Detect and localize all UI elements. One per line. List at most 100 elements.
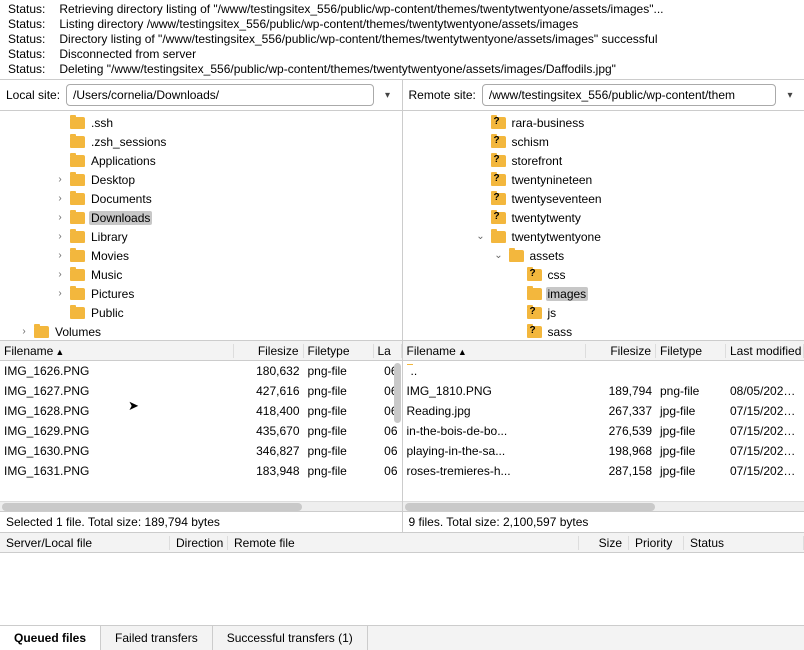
folder-icon <box>70 136 85 148</box>
file-type: png-file <box>304 404 374 418</box>
qcol-file[interactable]: Server/Local file <box>0 536 170 550</box>
remote-list-header[interactable]: Filename▲ Filesize Filetype Last modifie… <box>403 341 804 361</box>
local-site-input[interactable] <box>66 84 373 106</box>
tree-item[interactable]: ›Downloads <box>0 208 402 227</box>
col-filename[interactable]: Filename▲ <box>0 344 234 358</box>
col-filetype[interactable]: Filetype <box>656 344 726 358</box>
col-filetype[interactable]: Filetype <box>304 344 374 358</box>
tree-item[interactable]: .ssh <box>0 113 402 132</box>
file-row[interactable]: IMG_1810.PNG189,794png-file08/05/2021 1 <box>403 381 804 401</box>
remote-hscroll[interactable] <box>403 501 804 511</box>
tree-item[interactable]: css <box>403 265 804 284</box>
file-row[interactable]: IMG_1631.PNG183,948png-file06 <box>0 461 402 481</box>
tree-item[interactable]: ⌄assets <box>403 246 804 265</box>
col-lastmod[interactable]: Last modified <box>726 344 804 358</box>
tree-item[interactable]: ›Pictures <box>0 284 402 303</box>
tree-item[interactable]: Applications <box>0 151 402 170</box>
tree-item[interactable]: ›Library <box>0 227 402 246</box>
disclosure-icon[interactable]: › <box>54 288 66 299</box>
tree-label: Desktop <box>89 173 137 187</box>
tree-item[interactable]: ›Movies <box>0 246 402 265</box>
tree-item[interactable]: › Music <box>0 265 402 284</box>
tree-item[interactable]: Public <box>0 303 402 322</box>
sort-asc-icon: ▲ <box>458 347 467 357</box>
tree-label: .ssh <box>89 116 115 130</box>
tab-successful-transfers[interactable]: Successful transfers (1) <box>213 626 368 650</box>
disclosure-icon[interactable]: › <box>54 231 66 242</box>
file-size: 287,158 <box>586 464 656 478</box>
folder-icon <box>70 117 85 129</box>
file-name: roses-tremieres-h... <box>403 464 587 478</box>
disclosure-icon[interactable]: › <box>54 212 66 223</box>
file-type: jpg-file <box>656 424 726 438</box>
disclosure-icon[interactable]: ⌄ <box>475 231 487 242</box>
tree-item[interactable]: js <box>403 303 804 322</box>
local-hscroll[interactable] <box>0 501 402 511</box>
file-row[interactable]: IMG_1626.PNG180,632png-file06 <box>0 361 402 381</box>
file-row[interactable]: IMG_1629.PNG435,670png-file06 <box>0 421 402 441</box>
tree-item[interactable]: images <box>403 284 804 303</box>
remote-site-input[interactable] <box>482 84 776 106</box>
local-site-dropdown[interactable]: ▾ <box>380 84 396 106</box>
qcol-size[interactable]: Size <box>579 536 629 550</box>
tab-failed-transfers[interactable]: Failed transfers <box>101 626 213 650</box>
file-row[interactable]: Reading.jpg267,337jpg-file07/15/2021 1 <box>403 401 804 421</box>
tab-queued-files[interactable]: Queued files <box>0 626 101 650</box>
tree-item[interactable]: ⌄twentytwentyone <box>403 227 804 246</box>
file-row[interactable]: in-the-bois-de-bo...276,539jpg-file07/15… <box>403 421 804 441</box>
file-row[interactable]: IMG_1630.PNG346,827png-file06 <box>0 441 402 461</box>
local-file-body[interactable]: ➤ IMG_1626.PNG180,632png-file06IMG_1627.… <box>0 361 402 501</box>
file-name: IMG_1810.PNG <box>403 384 587 398</box>
qcol-priority[interactable]: Priority <box>629 536 684 550</box>
tree-item[interactable]: › Documents <box>0 189 402 208</box>
disclosure-icon[interactable]: › <box>54 269 66 280</box>
tree-item[interactable]: schism <box>403 132 804 151</box>
tree-item[interactable]: twentyseventeen <box>403 189 804 208</box>
disclosure-icon[interactable]: › <box>54 174 66 185</box>
status-line: Retrieving directory listing of "/www/te… <box>59 2 663 17</box>
file-name: in-the-bois-de-bo... <box>403 424 587 438</box>
file-row[interactable]: .. <box>403 361 804 381</box>
disclosure-icon[interactable]: ⌄ <box>493 250 505 261</box>
col-lastmod[interactable]: La <box>374 344 402 358</box>
tree-item[interactable]: twentynineteen <box>403 170 804 189</box>
tree-item[interactable]: › Desktop <box>0 170 402 189</box>
local-vscroll[interactable] <box>394 363 401 423</box>
folder-icon <box>70 307 85 319</box>
folder-unknown-icon <box>491 174 506 186</box>
tree-label: css <box>546 268 568 282</box>
file-lists: Filename▲ Filesize Filetype La ➤ IMG_162… <box>0 341 804 512</box>
tree-item[interactable]: ›Volumes <box>0 322 402 340</box>
queue-body[interactable] <box>0 553 804 625</box>
remote-tree[interactable]: rara-businessschismstorefronttwentyninet… <box>403 111 804 340</box>
file-size: 267,337 <box>586 404 656 418</box>
col-filename[interactable]: Filename▲ <box>403 344 587 358</box>
disclosure-icon[interactable]: › <box>54 193 66 204</box>
qcol-status[interactable]: Status <box>684 536 804 550</box>
tree-item[interactable]: sass <box>403 322 804 340</box>
tree-item[interactable]: .zsh_sessions <box>0 132 402 151</box>
bottom-tabs: Queued files Failed transfers Successful… <box>0 625 804 650</box>
tree-item[interactable]: storefront <box>403 151 804 170</box>
file-row[interactable]: IMG_1628.PNG418,400png-file06 <box>0 401 402 421</box>
remote-status: 9 files. Total size: 2,100,597 bytes <box>403 512 804 532</box>
file-row[interactable]: IMG_1627.PNG427,616png-file06 <box>0 381 402 401</box>
file-row[interactable]: roses-tremieres-h...287,158jpg-file07/15… <box>403 461 804 481</box>
col-filesize[interactable]: Filesize <box>234 344 304 358</box>
file-row[interactable]: playing-in-the-sa...198,968jpg-file07/15… <box>403 441 804 461</box>
tree-item[interactable]: twentytwenty <box>403 208 804 227</box>
qcol-direction[interactable]: Direction <box>170 536 228 550</box>
local-list-header[interactable]: Filename▲ Filesize Filetype La <box>0 341 402 361</box>
tree-item[interactable]: rara-business <box>403 113 804 132</box>
folder-unknown-icon <box>527 307 542 319</box>
remote-site-dropdown[interactable]: ▾ <box>782 84 798 106</box>
disclosure-icon[interactable]: › <box>18 326 30 337</box>
local-tree[interactable]: .ssh.zsh_sessionsApplications›Desktop›Do… <box>0 111 403 340</box>
remote-file-body[interactable]: ..IMG_1810.PNG189,794png-file08/05/2021 … <box>403 361 804 501</box>
file-type: png-file <box>304 464 374 478</box>
disclosure-icon[interactable]: › <box>54 250 66 261</box>
tree-label: Music <box>89 268 124 282</box>
col-filesize[interactable]: Filesize <box>586 344 656 358</box>
qcol-remote[interactable]: Remote file <box>228 536 579 550</box>
tree-label: Documents <box>89 192 154 206</box>
